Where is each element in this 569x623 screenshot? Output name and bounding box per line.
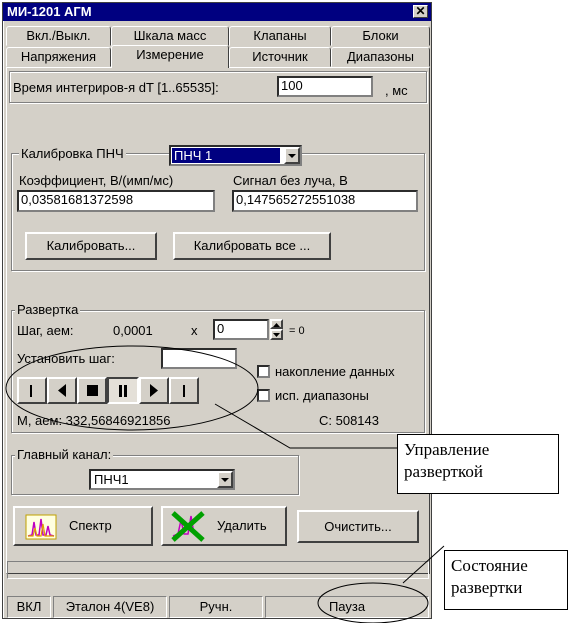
callout-sweep-control: Управление разверткой <box>397 434 559 494</box>
callout-sweep-state: Состояние развертки <box>444 550 568 610</box>
annotation-overlay <box>5 345 445 623</box>
tab-measurement[interactable]: Измерение <box>111 45 229 68</box>
tab-label: Измерение <box>136 47 204 62</box>
